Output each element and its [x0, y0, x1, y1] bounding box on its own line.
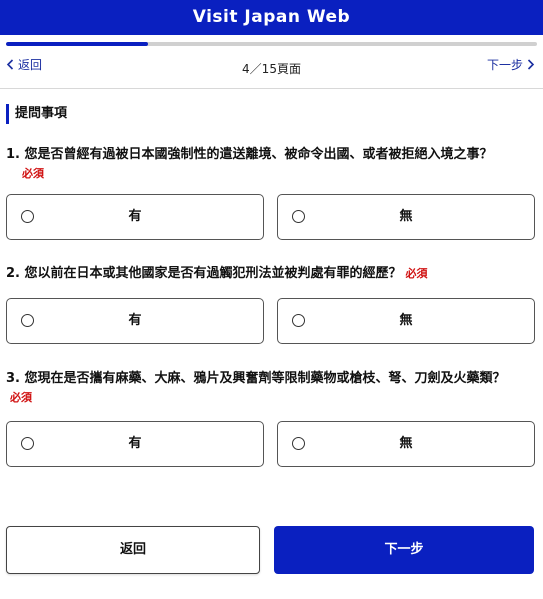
nav-next-label: 下一步: [486, 58, 523, 72]
progress-bar-fill: [6, 42, 148, 46]
progress-bar: [6, 42, 537, 46]
option-label: 有: [128, 209, 142, 224]
header-title: Visit Japan Web: [192, 7, 351, 27]
question-2-text: 2. 您以前在日本或其他國家是否有過觸犯刑法並被判處有罪的經歷？: [6, 266, 402, 281]
nav-next-link[interactable]: 下一步: [487, 56, 535, 73]
page-indicator: 4／15頁面: [242, 62, 301, 76]
required-badge: 必須: [10, 391, 32, 404]
option-label: 無: [399, 209, 413, 224]
chevron-right-icon: [527, 59, 535, 70]
option-label: 無: [399, 313, 413, 328]
question-1-option-no[interactable]: 無: [277, 194, 535, 240]
back-button[interactable]: 返回: [6, 526, 260, 574]
question-1: 1. 您是否曾經有過被日本國強制性的遣送離境、被命令出國、或者被拒絕入境之事？ …: [6, 145, 526, 183]
question-1-option-yes[interactable]: 有: [6, 194, 264, 240]
question-1-text: 1. 您是否曾經有過被日本國強制性的遣送離境、被命令出國、或者被拒絕入境之事？: [6, 147, 493, 162]
question-3: 3. 您現在是否攜有麻藥、大麻、鴉片及興奮劑等限制藥物或槍枝、弩、刀劍及火藥類？…: [6, 369, 516, 407]
question-2: 2. 您以前在日本或其他國家是否有過觸犯刑法並被判處有罪的經歷？ 必須: [6, 264, 526, 283]
question-2-option-yes[interactable]: 有: [6, 298, 264, 344]
app-header: Visit Japan Web: [0, 0, 543, 35]
section-title: 提問事項: [6, 104, 67, 124]
question-3-option-yes[interactable]: 有: [6, 421, 264, 467]
required-badge: 必須: [405, 267, 428, 280]
question-2-option-no[interactable]: 無: [277, 298, 535, 344]
question-3-text: 3. 您現在是否攜有麻藥、大麻、鴉片及興奮劑等限制藥物或槍枝、弩、刀劍及火藥類？: [6, 371, 506, 386]
option-label: 有: [128, 313, 142, 328]
question-3-option-no[interactable]: 無: [277, 421, 535, 467]
option-label: 無: [399, 436, 413, 451]
option-label: 有: [128, 436, 142, 451]
required-badge: 必須: [22, 167, 44, 180]
nav-divider: [0, 88, 543, 89]
next-button[interactable]: 下一步: [274, 526, 534, 574]
